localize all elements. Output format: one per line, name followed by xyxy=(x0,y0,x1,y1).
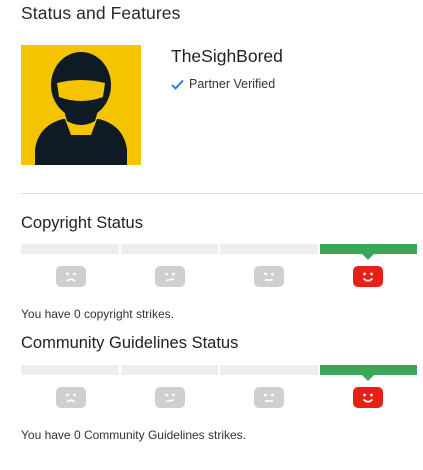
community-guidelines-status-title: Community Guidelines Status xyxy=(21,334,239,352)
sad-face-icon xyxy=(55,387,86,408)
community-meter-segment-1 xyxy=(21,365,119,375)
community-meter-segment-3 xyxy=(220,365,318,375)
section-divider xyxy=(21,193,423,194)
channel-name: TheSighBored xyxy=(171,46,283,66)
helmet-avatar-icon xyxy=(21,45,141,165)
happy-face-icon xyxy=(352,266,383,287)
checkmark-icon xyxy=(171,79,184,90)
partner-verified-label: Partner Verified xyxy=(189,77,276,91)
copyright-meter-segment-3 xyxy=(220,244,318,254)
sad-face-icon xyxy=(55,266,86,287)
community-guidelines-status-meter xyxy=(21,365,417,381)
copyright-strikes-text: You have 0 copyright strikes. xyxy=(21,307,174,321)
neutral-face-icon xyxy=(154,266,185,287)
partner-verified-status: Partner Verified xyxy=(171,77,275,91)
copyright-meter-segment-1 xyxy=(21,244,119,254)
copyright-status-meter xyxy=(21,244,417,260)
copyright-status-title: Copyright Status xyxy=(21,214,143,232)
channel-avatar[interactable] xyxy=(21,45,141,165)
community-meter-segment-4-active xyxy=(319,365,417,381)
page-title: Status and Features xyxy=(21,3,181,23)
community-guidelines-strikes-text: You have 0 Community Guidelines strikes. xyxy=(21,428,246,442)
neutral-face-icon xyxy=(154,387,185,408)
community-meter-segment-2 xyxy=(120,365,218,375)
copyright-meter-segment-4-active xyxy=(319,244,417,260)
happy-face-icon xyxy=(352,387,383,408)
neutral-face-icon xyxy=(253,266,284,287)
neutral-face-icon xyxy=(253,387,284,408)
community-guidelines-status-faces xyxy=(21,387,417,408)
copyright-status-faces xyxy=(21,266,417,287)
copyright-meter-segment-2 xyxy=(120,244,218,254)
